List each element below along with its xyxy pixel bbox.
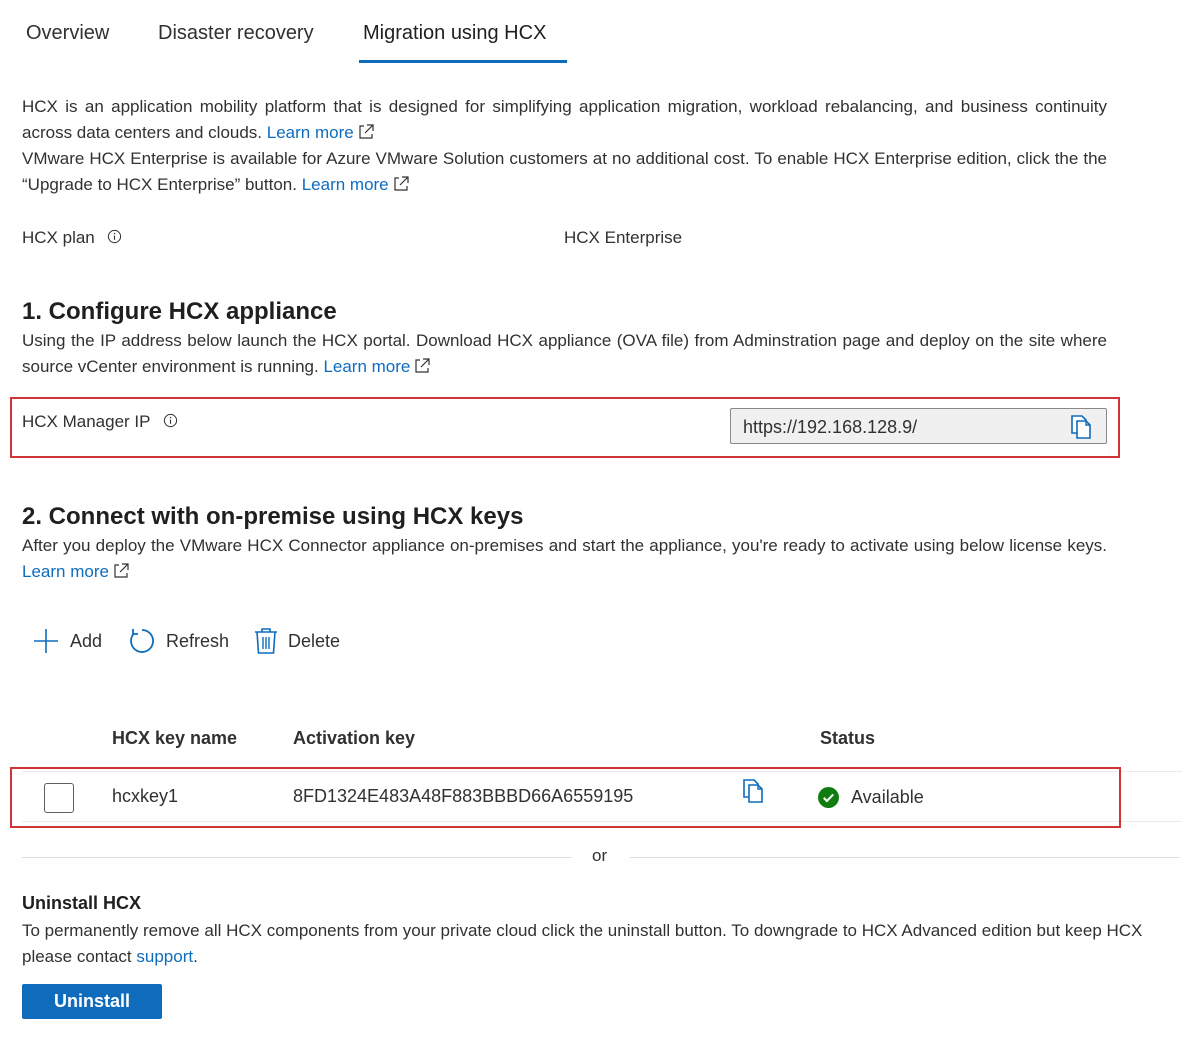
connect-section-title: 2. Connect with on-premise using HCX key… (22, 503, 524, 530)
learn-more-link-intro[interactable]: Learn more (267, 123, 374, 142)
external-link-icon (415, 358, 430, 373)
trash-icon (255, 628, 277, 654)
intro-text: HCX is an application mobility platform … (22, 94, 1107, 198)
refresh-button[interactable]: Refresh (128, 626, 229, 656)
add-button[interactable]: Add (32, 626, 102, 656)
learn-more-link-enterprise[interactable]: Learn more (302, 175, 409, 194)
column-header-key-name[interactable]: HCX key name (112, 728, 237, 749)
connect-description: After you deploy the VMware HCX Connecto… (22, 536, 1107, 581)
column-header-status[interactable]: Status (820, 728, 875, 749)
copy-icon (743, 779, 763, 803)
configure-description: Using the IP address below launch the HC… (22, 331, 1107, 376)
uninstall-title: Uninstall HCX (22, 893, 142, 913)
refresh-icon (130, 629, 154, 653)
tab-migration-using-hcx[interactable]: Migration using HCX (363, 22, 546, 45)
learn-more-link-configure[interactable]: Learn more (323, 357, 430, 376)
external-link-icon (359, 124, 374, 139)
hcx-manager-ip-value: https://192.168.128.9/ (743, 417, 918, 437)
external-link-icon (394, 176, 409, 191)
info-icon[interactable] (163, 413, 178, 428)
key-name-cell: hcxkey1 (112, 786, 179, 806)
tab-disaster-recovery[interactable]: Disaster recovery (158, 22, 314, 45)
hcx-manager-ip-field[interactable]: https://192.168.128.9/ (730, 408, 1107, 444)
external-link-icon (114, 563, 129, 578)
info-icon[interactable] (107, 229, 122, 244)
copy-icon (1071, 415, 1091, 439)
configure-section-title: 1. Configure HCX appliance (22, 298, 337, 325)
tab-bar: Overview Disaster recovery Migration usi… (0, 0, 1200, 64)
status-cell: Available (818, 787, 924, 808)
tab-overview[interactable]: Overview (26, 22, 109, 45)
refresh-button-label: Refresh (166, 630, 230, 651)
support-link[interactable]: support (136, 947, 193, 966)
delete-button-label: Delete (288, 630, 341, 651)
uninstall-description: To permanently remove all HCX components… (22, 921, 1143, 966)
separator-line-left (22, 857, 572, 858)
hcx-manager-ip-label: HCX Manager IP (22, 412, 178, 432)
delete-button[interactable]: Delete (254, 626, 340, 656)
copy-ip-button[interactable] (1070, 414, 1092, 445)
learn-more-link-connect[interactable]: Learn more (22, 562, 129, 581)
intro-line1: HCX is an application mobility platform … (22, 97, 1107, 142)
separator-or: or (592, 846, 608, 865)
plus-icon (34, 629, 58, 653)
row-checkbox[interactable] (44, 783, 74, 813)
add-button-label: Add (70, 630, 103, 651)
intro-line2: VMware HCX Enterprise is available for A… (22, 149, 1107, 194)
check-circle-icon (818, 787, 839, 808)
hcx-plan-label: HCX plan (22, 228, 122, 248)
column-header-activation-key[interactable]: Activation key (293, 728, 415, 749)
active-tab-indicator (359, 60, 567, 63)
hcx-plan-value: HCX Enterprise (564, 228, 683, 247)
status-text: Available (851, 787, 924, 807)
separator-line-right (630, 857, 1180, 858)
activation-key-cell: 8FD1324E483A48F883BBBD66A6559195 (293, 786, 634, 806)
copy-activation-key-button[interactable] (742, 778, 764, 809)
uninstall-button[interactable]: Uninstall (22, 984, 162, 1019)
